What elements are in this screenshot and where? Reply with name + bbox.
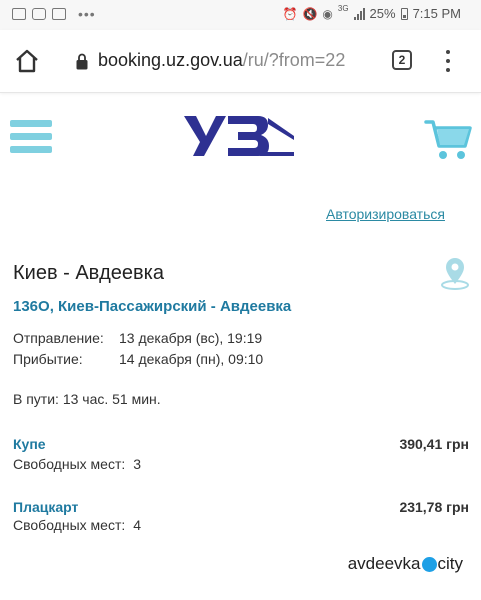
- departure-value: 13 декабря (вс), 19:19: [119, 330, 263, 346]
- battery-percent: 25%: [369, 6, 396, 21]
- arrival-label: Прибытие:: [13, 351, 83, 367]
- travel-duration: В пути: 13 час. 51 мин.: [13, 391, 161, 407]
- status-bar-notifications: •••: [12, 6, 96, 22]
- alarm-icon: ⏰: [282, 6, 298, 21]
- departure-label: Отправление:: [13, 330, 104, 346]
- watermark-right: city: [437, 554, 464, 573]
- lock-icon[interactable]: [76, 53, 88, 70]
- mute-icon: 🔇: [302, 6, 318, 21]
- nfc-icon: ◉: [322, 6, 333, 21]
- seat-availability-platskart: Свободных мест: 4: [13, 517, 141, 533]
- free-seats-count: 3: [133, 456, 142, 472]
- hamburger-menu-icon[interactable]: [10, 120, 52, 154]
- url-domain: booking.uz.gov.ua: [98, 50, 243, 70]
- cart-icon[interactable]: [424, 116, 472, 162]
- arrival-value: 14 декабря (пн), 09:10: [119, 351, 264, 367]
- clock: 7:15 PM: [412, 6, 461, 21]
- image-icon: [52, 8, 66, 20]
- uz-logo[interactable]: УЗ: [182, 114, 296, 158]
- free-seats-count: 4: [133, 517, 142, 533]
- map-pin-icon[interactable]: [438, 256, 472, 290]
- route-title: Киев - Авдеевка: [13, 262, 164, 284]
- seat-class-platskart[interactable]: Плацкарт: [13, 499, 78, 515]
- message-icon: [32, 8, 46, 20]
- train-link[interactable]: 136О, Киев-Пассажирский - Авдеевка: [13, 298, 291, 315]
- browser-toolbar: booking.uz.gov.ua/ru/?from=22 2: [0, 30, 481, 93]
- free-seats-label: Свободных мест:: [13, 456, 126, 472]
- status-bar-system: ⏰ 🔇 ◉ 3G 25% 7:15 PM: [282, 4, 461, 21]
- watermark-dot-icon: [421, 556, 437, 572]
- seat-class-kupe[interactable]: Купе: [13, 436, 46, 452]
- seat-availability-kupe: Свободных мест: 3: [13, 456, 141, 472]
- more-dots-icon: •••: [78, 6, 96, 22]
- home-icon[interactable]: [14, 48, 40, 74]
- seat-price-platskart: 231,78 грн: [399, 499, 469, 515]
- arrival-row: Прибытие: 14 декабря (пн), 09:10: [13, 351, 263, 367]
- sim-card-icon: [12, 8, 26, 20]
- signal-icon: [353, 7, 365, 20]
- watermark-left: avdeevka: [347, 554, 421, 573]
- free-seats-label: Свободных мест:: [13, 517, 126, 533]
- status-bar: ••• ⏰ 🔇 ◉ 3G 25% 7:15 PM: [0, 0, 481, 30]
- seat-price-kupe: 390,41 грн: [399, 436, 469, 452]
- departure-row: Отправление: 13 декабря (вс), 19:19: [13, 330, 262, 346]
- login-link[interactable]: Авторизироваться: [326, 206, 445, 222]
- kebab-menu-icon[interactable]: [444, 50, 452, 72]
- tabs-icon[interactable]: 2: [392, 50, 412, 70]
- watermark: avdeevka city: [348, 554, 463, 574]
- url-field[interactable]: booking.uz.gov.ua/ru/?from=22: [98, 50, 345, 71]
- url-path: /ru/?from=22: [242, 50, 346, 70]
- network-type-label: 3G: [337, 4, 349, 13]
- battery-icon: [400, 7, 408, 20]
